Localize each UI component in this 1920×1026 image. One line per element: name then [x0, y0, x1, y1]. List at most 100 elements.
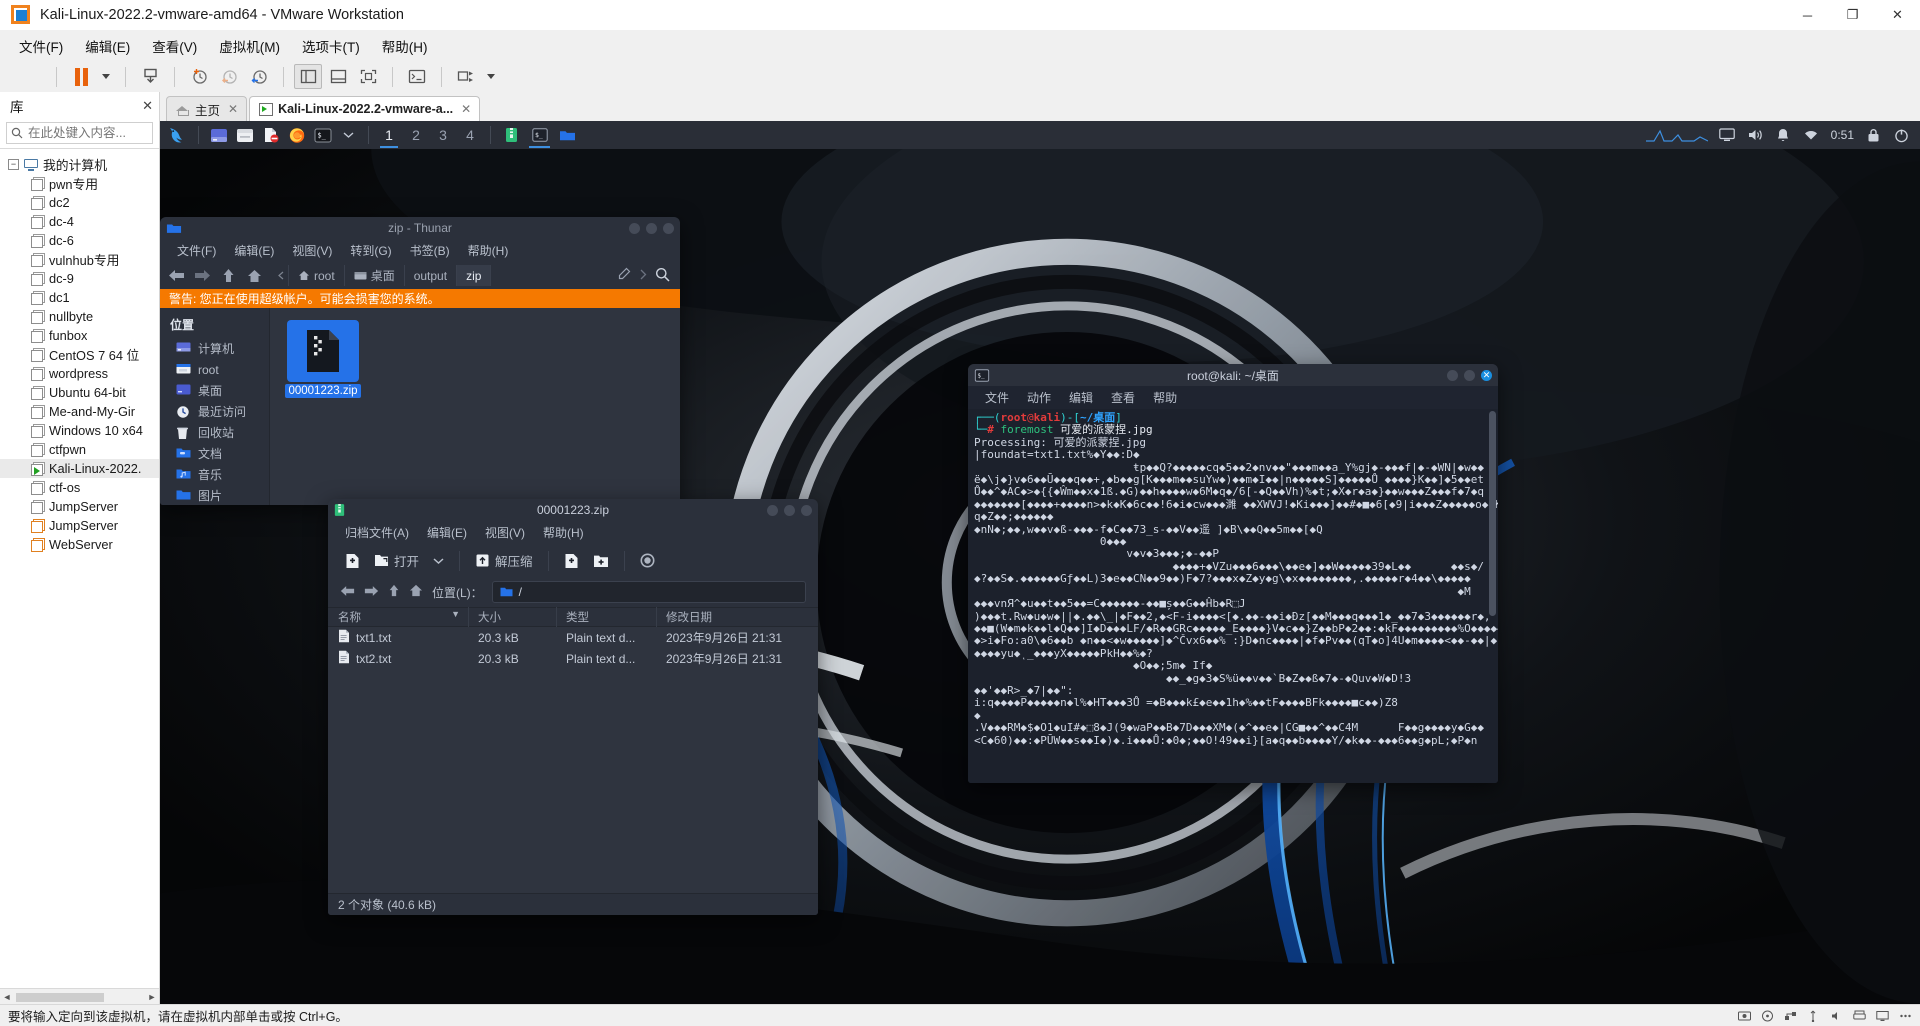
library-item-2[interactable]: dc-4 [0, 212, 159, 231]
thunar-menu-help[interactable]: 帮助(H) [459, 240, 518, 261]
add-files-button[interactable] [557, 548, 586, 574]
back-icon[interactable] [166, 266, 186, 286]
library-close-button[interactable]: ✕ [142, 98, 153, 114]
menu-help[interactable]: 帮助(H) [371, 31, 439, 61]
taskbar-archive-manager[interactable] [499, 123, 524, 147]
forward-icon[interactable] [192, 266, 212, 286]
menu-tabs[interactable]: 选项卡(T) [291, 31, 371, 61]
maximize-icon[interactable] [646, 222, 657, 234]
tab-home[interactable]: 主页 ✕ [166, 96, 248, 121]
breadcrumb-desktop[interactable]: 桌面 [345, 265, 405, 286]
library-item-17[interactable]: JumpServer [0, 497, 159, 516]
place-root[interactable]: root [160, 359, 269, 380]
terminal-menu-view[interactable]: 查看 [1102, 387, 1144, 408]
thunar-file-view[interactable]: 00001223.zip [270, 308, 680, 505]
open-button[interactable]: 打开 [367, 548, 426, 574]
archive-file-list[interactable]: txt1.txt 20.3 kB Plain text d... 2023年9月26日… [328, 627, 818, 893]
close-icon[interactable] [663, 222, 674, 234]
extract-button[interactable]: 解压缩 [468, 548, 540, 574]
add-folder-button[interactable] [586, 548, 616, 574]
library-item-1[interactable]: dc2 [0, 193, 159, 212]
place-desktop[interactable]: 桌面 [160, 380, 269, 401]
library-item-4[interactable]: vulnhub专用 [0, 250, 159, 269]
printer-icon[interactable] [1852, 1009, 1866, 1022]
search-icon[interactable] [655, 267, 670, 285]
library-item-11[interactable]: Ubuntu 64-bit [0, 383, 159, 402]
close-button[interactable]: ✕ [1875, 0, 1920, 30]
library-item-3[interactable]: dc-6 [0, 231, 159, 250]
terminal-window[interactable]: $_ root@kali: ~/桌面 ✕ 文件 动作 编辑 查看 帮助 ┌──(… [968, 364, 1498, 783]
library-item-16[interactable]: ctf-os [0, 478, 159, 497]
network-icon[interactable] [1783, 1009, 1797, 1022]
snapshot-revert-icon[interactable] [215, 64, 243, 89]
thunar-menu-go[interactable]: 转到(G) [341, 240, 400, 261]
workspace-1[interactable]: 1 [377, 122, 401, 148]
library-item-15[interactable]: Kali-Linux-2022. [0, 459, 159, 478]
workspace-3[interactable]: 3 [431, 122, 455, 148]
terminal-emulator-icon[interactable] [233, 124, 256, 146]
terminal-menu-action[interactable]: 动作 [1018, 387, 1060, 408]
archive-menu-edit[interactable]: 编辑(E) [418, 522, 476, 543]
place-pictures[interactable]: 图片 [160, 485, 269, 505]
tab-kali-vm[interactable]: Kali-Linux-2022.2-vmware-a... ✕ [249, 96, 481, 121]
library-item-10[interactable]: wordpress [0, 364, 159, 383]
root-terminal-icon[interactable]: $_ [311, 124, 334, 146]
terminal-menu-edit[interactable]: 编辑 [1060, 387, 1102, 408]
library-item-18[interactable]: JumpServer [0, 516, 159, 535]
show-library-icon[interactable] [294, 64, 322, 89]
chevron-down-icon[interactable] [337, 124, 360, 146]
place-recent[interactable]: 最近访问 [160, 401, 269, 422]
unity-dropdown-icon[interactable] [482, 64, 500, 89]
search-input[interactable] [28, 126, 148, 140]
home-icon[interactable] [409, 584, 423, 600]
breadcrumb-prev[interactable] [274, 265, 289, 286]
clock[interactable]: 0:51 [1831, 128, 1854, 142]
table-row[interactable]: txt2.txt 20.3 kB Plain text d... 2023年9月26日… [328, 648, 818, 669]
more-icon[interactable] [1898, 1009, 1912, 1022]
hdd-icon[interactable] [1737, 1009, 1751, 1022]
snapshot-take-icon[interactable] [185, 64, 213, 89]
volume-icon[interactable] [1747, 127, 1764, 144]
scrollbar-thumb[interactable] [1489, 411, 1496, 616]
close-icon[interactable]: ✕ [1481, 369, 1492, 381]
edit-path-icon[interactable] [617, 267, 631, 284]
chevron-down-icon[interactable] [97, 64, 115, 89]
thunar-menu-view[interactable]: 视图(V) [283, 240, 341, 261]
terminal-output-area[interactable]: ┌──(root@kali)-[~/桌面] └─# foremost 可爱的派蒙… [968, 409, 1498, 783]
column-date[interactable]: 修改日期 [656, 607, 818, 627]
thunar-title-bar[interactable]: zip - Thunar [160, 217, 680, 239]
lock-icon[interactable] [1865, 127, 1882, 144]
thunar-menu-file[interactable]: 文件(F) [168, 240, 225, 261]
thunar-menu-edit[interactable]: 编辑(E) [225, 240, 283, 261]
archive-title-bar[interactable]: 00001223.zip [328, 499, 818, 521]
place-music[interactable]: 音乐 [160, 464, 269, 485]
pause-icon[interactable] [67, 64, 95, 89]
library-item-0[interactable]: pwn专用 [0, 174, 159, 193]
menu-edit[interactable]: 编辑(E) [74, 31, 141, 61]
forward-icon[interactable] [364, 585, 379, 600]
full-screen-icon[interactable] [354, 64, 382, 89]
scroll-left-icon[interactable]: ◄ [0, 990, 14, 1004]
minimize-icon[interactable] [1447, 369, 1458, 381]
column-type[interactable]: 类型 [556, 607, 656, 627]
place-documents[interactable]: 文档 [160, 443, 269, 464]
open-dropdown[interactable] [426, 548, 451, 574]
maximize-icon[interactable] [1464, 369, 1475, 381]
bell-icon[interactable] [1775, 127, 1792, 144]
cpu-graph-icon[interactable] [1645, 126, 1708, 144]
tab-close-icon[interactable]: ✕ [228, 102, 238, 116]
archive-menu-help[interactable]: 帮助(H) [534, 522, 593, 543]
chevron-right-icon[interactable] [639, 268, 647, 283]
new-archive-button[interactable] [338, 548, 367, 574]
menu-view[interactable]: 查看(V) [141, 31, 208, 61]
menu-vm[interactable]: 虚拟机(M) [208, 31, 291, 61]
breadcrumb-output[interactable]: output [405, 265, 458, 286]
minimize-icon[interactable] [629, 222, 640, 234]
breadcrumb-root[interactable]: root [289, 265, 345, 286]
library-item-19[interactable]: WebServer [0, 535, 159, 554]
library-item-7[interactable]: nullbyte [0, 307, 159, 326]
workspace-4[interactable]: 4 [458, 122, 482, 148]
up-icon[interactable] [218, 266, 238, 286]
terminal-title-bar[interactable]: $_ root@kali: ~/桌面 ✕ [968, 364, 1498, 386]
snapshot-manager-icon[interactable] [245, 64, 273, 89]
